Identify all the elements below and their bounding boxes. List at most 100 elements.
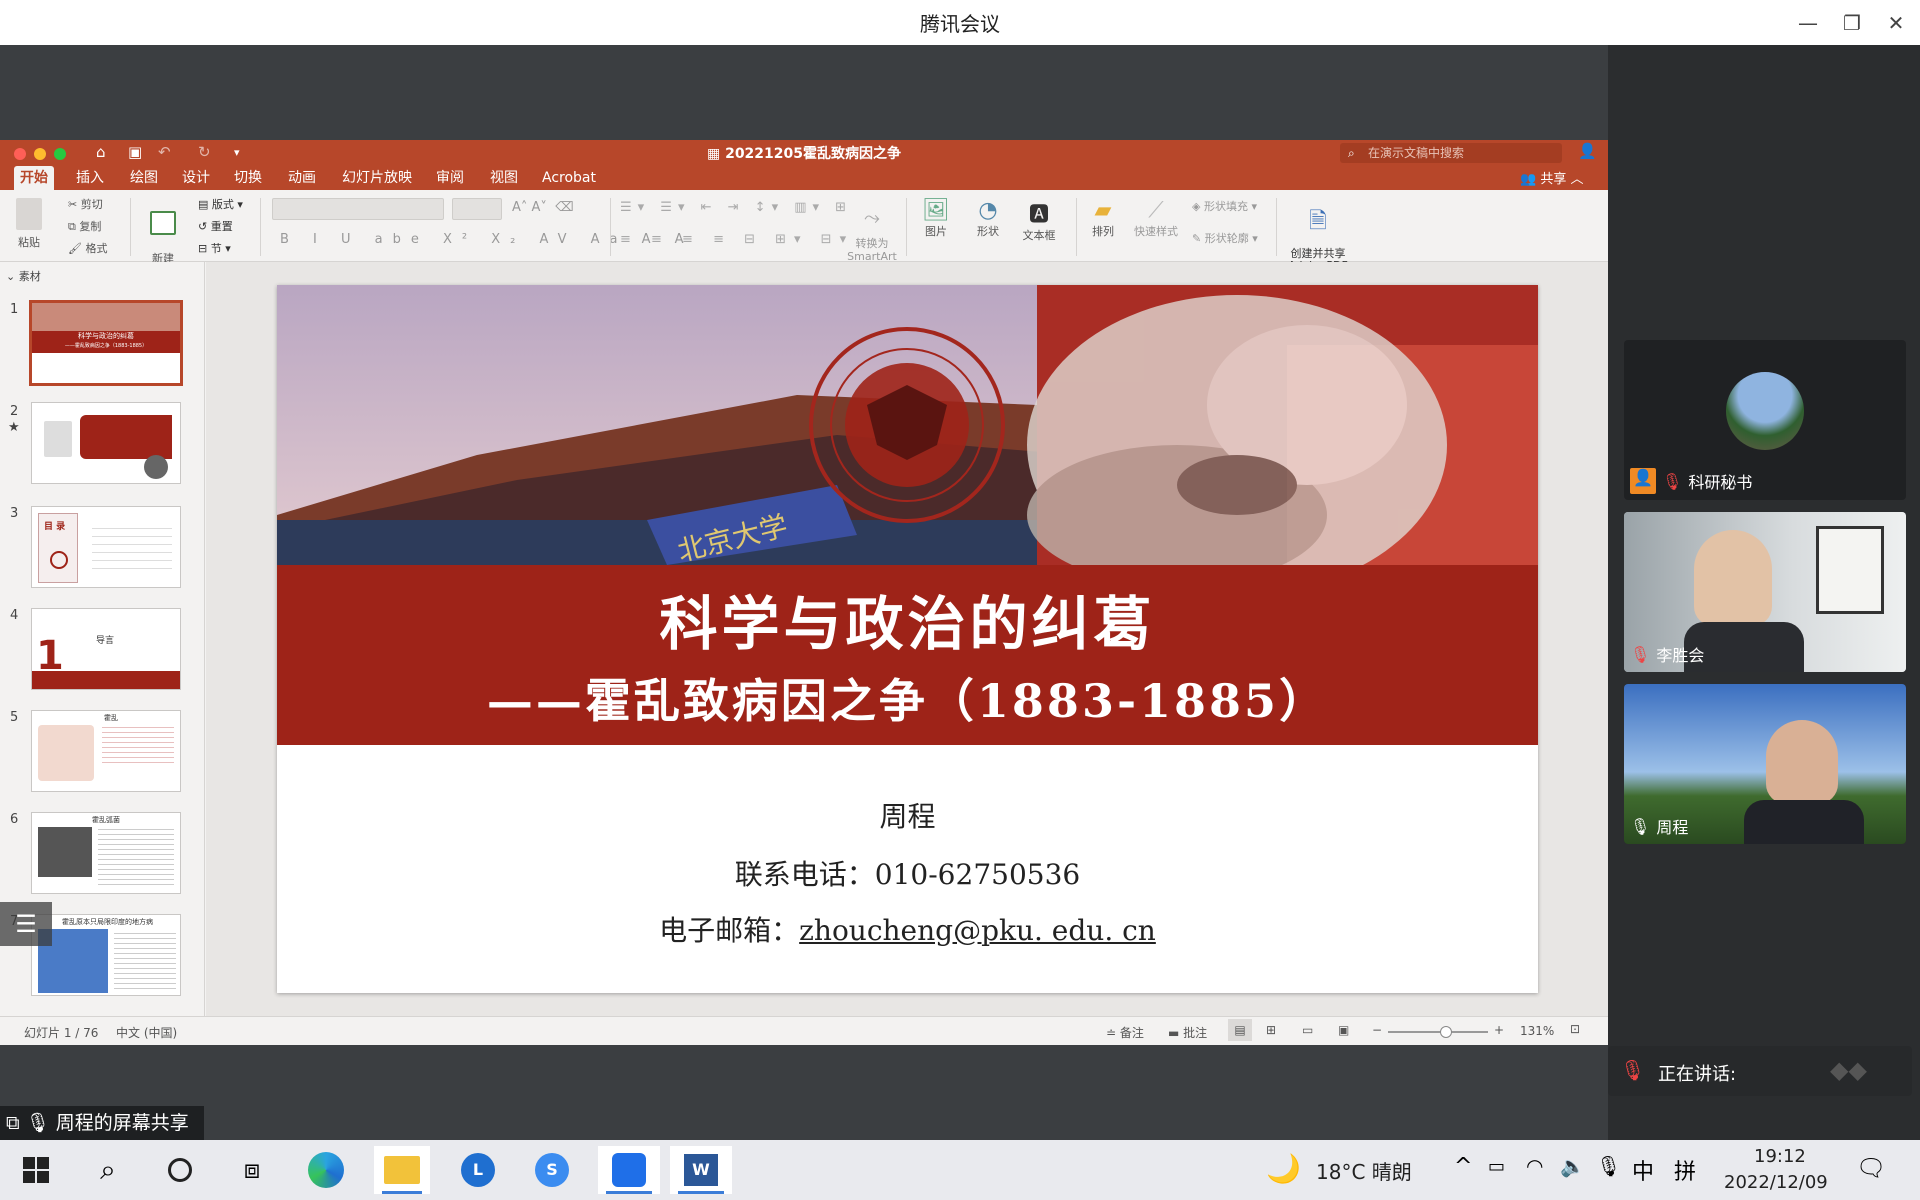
textbox-button[interactable]: 🅰 文本框	[1018, 198, 1060, 243]
normal-view-icon[interactable]: ▤	[1228, 1019, 1252, 1041]
current-slide[interactable]: 北京大学 科学与政治的纠葛 ——霍乱致病因之争（1883-1885） 周程 联系…	[277, 285, 1538, 993]
tab-draw[interactable]: 绘图	[124, 166, 164, 190]
quick-style-label: 快速样式	[1134, 225, 1178, 238]
language-indicator[interactable]: 中文 (中国)	[116, 1024, 177, 1041]
tab-insert[interactable]: 插入	[70, 166, 110, 190]
slide-thumbnail-2[interactable]	[31, 402, 181, 484]
slide-thumbnail-7[interactable]: 霍乱原本只局限印度的地方病	[31, 914, 181, 996]
account-icon[interactable]: 👤	[1578, 142, 1597, 160]
pdf-icon: 🗎	[1309, 209, 1327, 234]
notes-button[interactable]: ≐ 备注	[1106, 1024, 1144, 1041]
task-view-icon[interactable]: ⧈	[224, 1146, 280, 1194]
tab-design[interactable]: 设计	[176, 166, 216, 190]
weather-text[interactable]: 18°C 晴朗	[1316, 1156, 1412, 1185]
reset-icon: ↺	[198, 220, 208, 233]
slideshow-view-icon[interactable]: ▣	[1338, 1023, 1349, 1037]
word-icon[interactable]: W	[670, 1146, 732, 1194]
font-size-buttons[interactable]: A˄ A˅ ⌫	[512, 200, 574, 215]
ppt-share-button[interactable]: 👥 共享 ︿	[1520, 168, 1583, 187]
cortana-icon[interactable]	[152, 1146, 208, 1194]
slide-thumbnails-panel: ⌄ 素材 1 科学与政治的纠葛 ——霍乱致病因之争（1883-1885） 2 ★…	[0, 262, 205, 1016]
paste-button[interactable]: 粘贴	[12, 198, 46, 250]
battery-icon[interactable]: ▭	[1488, 1156, 1505, 1177]
thumb4-title: 导言	[96, 636, 115, 646]
star-icon: ★	[8, 420, 20, 435]
zoom-slider-thumb[interactable]	[1440, 1026, 1452, 1038]
search-icon[interactable]: ⌕	[80, 1146, 136, 1194]
shape-button[interactable]: ◔ 形状	[968, 198, 1008, 239]
slide-thumbnail-4[interactable]: 1 导言	[31, 608, 181, 690]
section-button[interactable]: ⊟ 节 ▾	[198, 240, 231, 256]
quick-style-button[interactable]: ⟋ 快速样式	[1132, 198, 1180, 239]
chevron-up-icon[interactable]: ^	[1454, 1154, 1472, 1179]
zoom-out-icon[interactable]: −	[1372, 1023, 1382, 1037]
shape-outline-button[interactable]: ✎ 形状轮廓 ▾	[1192, 230, 1258, 246]
smartart-icon: ⤳	[864, 205, 880, 229]
close-icon[interactable]: ✕	[1876, 0, 1916, 45]
restore-icon[interactable]: ❐	[1832, 0, 1872, 45]
comments-button[interactable]: ▬ 批注	[1168, 1024, 1207, 1041]
format-painter-button[interactable]: 🖌 格式	[68, 240, 107, 256]
picture-button[interactable]: 🖼 图片	[916, 198, 956, 239]
mic-muted-icon[interactable]: 🎙	[1620, 1058, 1645, 1082]
slide-count: 幻灯片 1 / 76	[24, 1026, 99, 1040]
mic-icon[interactable]: 🎙	[1596, 1154, 1621, 1178]
volume-icon[interactable]: 🔈	[1560, 1154, 1585, 1178]
font-family-select[interactable]	[272, 198, 444, 220]
alignment-buttons[interactable]: ≡ ≡ ≡ ≡ ⊟ ⊞▾ ⊟▾	[620, 232, 854, 247]
copy-button[interactable]: ⧉ 复制	[68, 218, 101, 234]
clock-time[interactable]: 19:12	[1754, 1146, 1806, 1167]
tab-acrobat[interactable]: Acrobat	[536, 166, 602, 190]
zoom-level[interactable]: 131%	[1520, 1024, 1554, 1038]
portrait-image	[44, 421, 72, 457]
edge-icon[interactable]	[298, 1146, 354, 1194]
email-link[interactable]: zhoucheng@pku. edu. cn	[799, 914, 1156, 947]
participant-name-row: 🎙 李胜会	[1630, 642, 1704, 666]
tab-slideshow[interactable]: 幻灯片放映	[336, 166, 418, 190]
participant-tile-2[interactable]: 🎙 李胜会	[1624, 512, 1906, 672]
section-label: 节	[210, 242, 222, 255]
minimize-icon[interactable]: —	[1788, 0, 1828, 45]
sogou-icon[interactable]: S	[524, 1146, 580, 1194]
tab-view[interactable]: 视图	[484, 166, 524, 190]
slide-thumbnail-1[interactable]: 科学与政治的纠葛 ——霍乱致病因之争（1883-1885）	[29, 300, 183, 386]
section-header[interactable]: ⌄ 素材	[6, 268, 41, 284]
notification-icon[interactable]: 🗨	[1856, 1154, 1886, 1182]
sorter-view-icon[interactable]: ⊞	[1266, 1023, 1276, 1037]
zoom-in-icon[interactable]: +	[1494, 1023, 1504, 1037]
arrange-button[interactable]: ▰ 排列	[1086, 198, 1120, 239]
ppt-search-input[interactable]: ⌕ 在演示文稿中搜索	[1340, 143, 1562, 163]
start-button[interactable]	[8, 1146, 64, 1194]
outline-toggle-icon[interactable]: ☰	[0, 902, 52, 946]
slide-thumbnail-5[interactable]: 霍乱	[31, 710, 181, 792]
participant-tile-3[interactable]: 🎙 周程	[1624, 684, 1906, 844]
shape-fill-button[interactable]: ◈ 形状填充 ▾	[1192, 198, 1257, 214]
wifi-icon[interactable]: ◠	[1526, 1154, 1543, 1178]
create-pdf-button[interactable]: 🗎 创建并共享 Adobe PDF	[1284, 196, 1352, 272]
tab-home[interactable]: 开始	[14, 166, 54, 190]
fit-slide-icon[interactable]: ⊡	[1570, 1022, 1580, 1036]
lark-icon[interactable]: L	[450, 1146, 506, 1194]
smartart-button[interactable]: ⤳ 转换为 SmartArt	[846, 198, 898, 263]
ime-indicator[interactable]: 中	[1632, 1154, 1654, 1186]
ime-mode-indicator[interactable]: 拼	[1674, 1154, 1696, 1186]
tab-review[interactable]: 审阅	[430, 166, 470, 190]
font-size-select[interactable]	[452, 198, 502, 220]
reading-view-icon[interactable]: ▭	[1302, 1023, 1313, 1037]
paragraph-buttons[interactable]: ☰▾ ☰▾ ⇤ ⇥ ↕▾ ▥▾ ⊞	[620, 200, 852, 215]
tencent-meeting-icon[interactable]	[598, 1146, 660, 1194]
slide-thumbnail-6[interactable]: 霍乱弧菌	[31, 812, 181, 894]
thumb3-title: 目 录	[44, 522, 66, 532]
tab-animations[interactable]: 动画	[282, 166, 322, 190]
zoom-slider[interactable]	[1388, 1026, 1488, 1038]
file-explorer-icon[interactable]	[374, 1146, 430, 1194]
cut-button[interactable]: ✂ 剪切	[68, 196, 103, 212]
reset-button[interactable]: ↺ 重置	[198, 218, 233, 234]
participant-tile-1[interactable]: 👤 🎙 科研秘书	[1624, 340, 1906, 500]
tab-transitions[interactable]: 切换	[228, 166, 268, 190]
slide-thumbnail-3[interactable]: 目 录	[31, 506, 181, 588]
cut-label: 剪切	[80, 198, 103, 211]
clock-date[interactable]: 2022/12/09	[1724, 1172, 1828, 1193]
weather-icon[interactable]: 🌙	[1266, 1152, 1301, 1185]
layout-button[interactable]: ▤ 版式 ▾	[198, 196, 243, 212]
